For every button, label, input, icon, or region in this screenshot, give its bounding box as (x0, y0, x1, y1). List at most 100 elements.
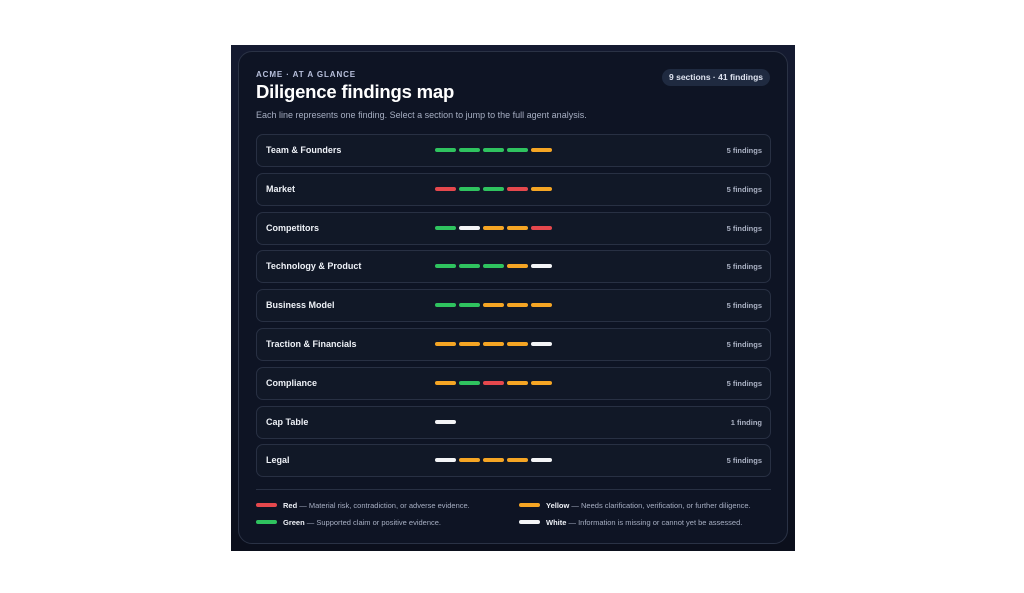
finding-bar-white (435, 419, 456, 424)
section-name: Legal (266, 455, 290, 466)
finding-bar-green (507, 148, 528, 152)
finding-bars (435, 264, 552, 269)
legend-desc-green: — Supported claim or positive evidence. (304, 518, 442, 527)
finding-bar-yellow (507, 303, 528, 308)
section-finding-count: 5 findings (726, 456, 762, 466)
finding-bar-green (459, 148, 480, 152)
legend-swatch-yellow (519, 503, 540, 508)
section-row[interactable]: Traction & Financials 5 findings (256, 327, 771, 361)
finding-bar-green (435, 264, 456, 269)
finding-bars (435, 341, 552, 347)
findings-map-card: ACME · AT A GLANCE Diligence findings ma… (238, 51, 788, 544)
section-finding-count: 5 findings (726, 184, 762, 194)
section-name: Team & Founders (266, 145, 342, 155)
finding-bar-yellow (435, 380, 456, 385)
section-row[interactable]: Competitors 5 findings (256, 211, 771, 245)
section-name: Competitors (266, 222, 320, 233)
legend-desc-yellow: — Needs clarification, verification, or … (569, 501, 751, 510)
section-name: Traction & Financials (266, 338, 357, 349)
finding-bar-yellow (483, 458, 504, 463)
finding-bars (435, 148, 552, 153)
section-finding-count: 5 findings (726, 339, 762, 349)
company-eyebrow: ACME · AT A GLANCE (256, 70, 357, 79)
finding-bar-red (507, 186, 528, 191)
finding-bar-green (483, 264, 504, 269)
finding-bar-yellow (507, 341, 528, 346)
section-row[interactable]: Legal 5 findings (256, 444, 771, 478)
finding-bar-yellow (459, 341, 480, 346)
legend-name-red: Red (283, 501, 298, 510)
finding-bar-yellow (483, 341, 504, 346)
finding-bar-yellow (531, 380, 552, 385)
finding-bar-yellow (435, 341, 456, 346)
legend-name-yellow: Yellow (546, 501, 570, 510)
section-row[interactable]: Compliance 5 findings (256, 366, 771, 400)
finding-bar-yellow (507, 458, 528, 463)
section-name: Technology & Product (266, 261, 362, 272)
finding-bar-green (483, 148, 504, 152)
finding-bar-green (435, 303, 456, 308)
section-row[interactable]: Cap Table 1 finding (256, 405, 771, 439)
finding-bars (435, 419, 456, 425)
finding-bar-white (435, 458, 456, 463)
section-finding-count: 5 findings (726, 378, 762, 388)
section-name: Cap Table (266, 416, 309, 427)
finding-bar-white (531, 458, 552, 463)
section-row[interactable]: Market 5 findings (256, 172, 771, 206)
summary-badge: 9 sections · 41 findings (662, 69, 770, 86)
section-finding-count: 5 findings (726, 301, 762, 311)
page-title: Diligence findings map (256, 81, 455, 102)
finding-bars (435, 186, 552, 192)
legend-swatch-white (519, 520, 540, 525)
finding-bars (435, 303, 552, 308)
section-row[interactable]: Technology & Product 5 findings (256, 250, 771, 284)
finding-bar-red (531, 225, 552, 230)
section-list: Team & Founders 5 findings Market 5 finding… (256, 134, 771, 483)
finding-bar-yellow (531, 148, 552, 152)
finding-bar-yellow (483, 225, 504, 230)
legend-swatch-green (256, 520, 277, 525)
legend-item-yellow: Yellow — Needs clarification, verificati… (519, 501, 751, 510)
finding-bar-yellow (507, 225, 528, 230)
legend-item-green: Green — Supported claim or positive evid… (256, 518, 441, 527)
section-finding-count: 1 finding (730, 417, 762, 427)
finding-bars (435, 458, 552, 463)
finding-bar-green (435, 148, 456, 152)
legend-swatch-red (256, 503, 277, 508)
section-name: Compliance (266, 377, 318, 388)
legend-item-red: Red — Material risk, contradiction, or a… (256, 501, 470, 510)
finding-bar-white (459, 225, 480, 230)
section-finding-count: 5 findings (726, 223, 762, 233)
finding-bar-green (459, 186, 480, 191)
finding-bars (435, 380, 552, 386)
legend-divider (256, 489, 771, 490)
finding-bar-green (459, 303, 480, 308)
legend-desc-red: — Material risk, contradiction, or adver… (297, 501, 470, 510)
legend-name-green: Green (283, 518, 305, 527)
finding-bar-red (435, 186, 456, 191)
section-row[interactable]: Business Model 5 findings (256, 289, 771, 323)
finding-bar-yellow (507, 264, 528, 269)
finding-bars (435, 225, 552, 231)
finding-bar-yellow (531, 303, 552, 308)
finding-bar-red (483, 380, 504, 385)
legend-desc-white: — Information is missing or cannot yet b… (566, 518, 743, 527)
finding-bar-yellow (507, 380, 528, 385)
finding-bar-yellow (531, 186, 552, 191)
page-subtitle: Each line represents one finding. Select… (256, 110, 587, 120)
finding-bar-yellow (483, 303, 504, 308)
finding-bar-green (483, 186, 504, 191)
legend-item-white: White — Information is missing or cannot… (519, 518, 742, 527)
finding-bar-green (435, 225, 456, 230)
section-name: Market (266, 183, 296, 194)
finding-bar-green (459, 264, 480, 269)
legend-name-white: White (546, 518, 567, 527)
finding-bar-green (459, 380, 480, 385)
section-name: Business Model (266, 300, 335, 311)
finding-bar-white (531, 341, 552, 346)
section-finding-count: 5 findings (726, 262, 762, 272)
finding-bar-white (531, 264, 552, 269)
finding-bar-yellow (459, 458, 480, 463)
section-finding-count: 5 findings (726, 146, 762, 155)
section-row[interactable]: Team & Founders 5 findings (256, 134, 771, 167)
